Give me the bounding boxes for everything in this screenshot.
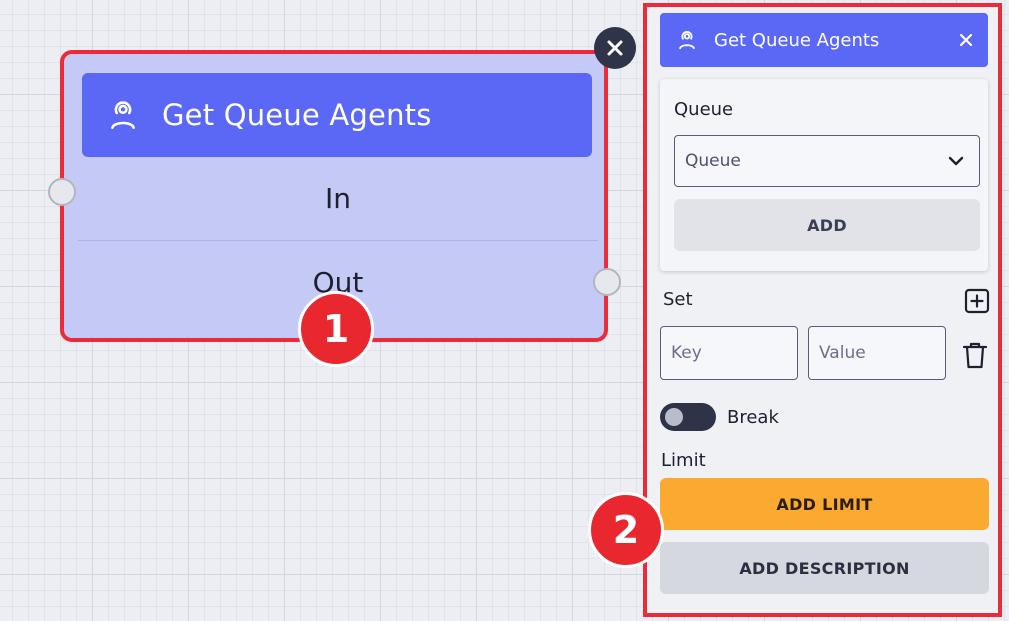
panel-close-button[interactable] <box>958 32 974 48</box>
node-properties-panel: Get Queue Agents Queue Queue ADD Set Key… <box>643 3 1002 617</box>
delete-set-button[interactable] <box>959 339 991 371</box>
node-header[interactable]: Get Queue Agents <box>82 73 592 157</box>
break-label: Break <box>727 407 779 428</box>
add-set-button[interactable] <box>963 287 991 315</box>
panel-header: Get Queue Agents <box>660 13 988 67</box>
node-divider <box>78 240 598 241</box>
node-title: Get Queue Agents <box>162 98 432 132</box>
panel-title: Get Queue Agents <box>714 29 880 51</box>
node-input-label: In <box>324 182 351 215</box>
set-key-input[interactable] <box>660 326 798 380</box>
queue-label: Queue <box>674 99 734 120</box>
node-output-port[interactable] <box>593 268 621 296</box>
add-limit-button[interactable]: ADD LIMIT <box>660 478 989 530</box>
add-description-button[interactable]: ADD DESCRIPTION <box>660 542 989 594</box>
toggle-knob <box>665 408 683 426</box>
agent-icon <box>676 29 698 51</box>
node-input-port[interactable] <box>48 178 76 206</box>
set-label: Set <box>663 289 693 310</box>
add-queue-button[interactable]: ADD <box>674 199 980 251</box>
limit-label: Limit <box>661 450 706 471</box>
queue-select-value: Queue <box>685 151 741 171</box>
agent-icon <box>106 98 140 132</box>
callout-badge-1: 1 <box>298 291 374 367</box>
close-icon <box>605 38 625 58</box>
trash-icon <box>962 342 988 369</box>
close-icon <box>959 33 973 47</box>
chevron-down-icon <box>947 152 965 170</box>
set-value-input[interactable] <box>808 326 946 380</box>
queue-card: Queue Queue ADD <box>660 79 988 271</box>
break-toggle[interactable] <box>660 403 716 431</box>
plus-square-icon <box>964 288 990 314</box>
node-delete-button[interactable] <box>594 27 636 69</box>
callout-badge-2: 2 <box>588 492 664 568</box>
queue-select[interactable]: Queue <box>674 135 980 187</box>
